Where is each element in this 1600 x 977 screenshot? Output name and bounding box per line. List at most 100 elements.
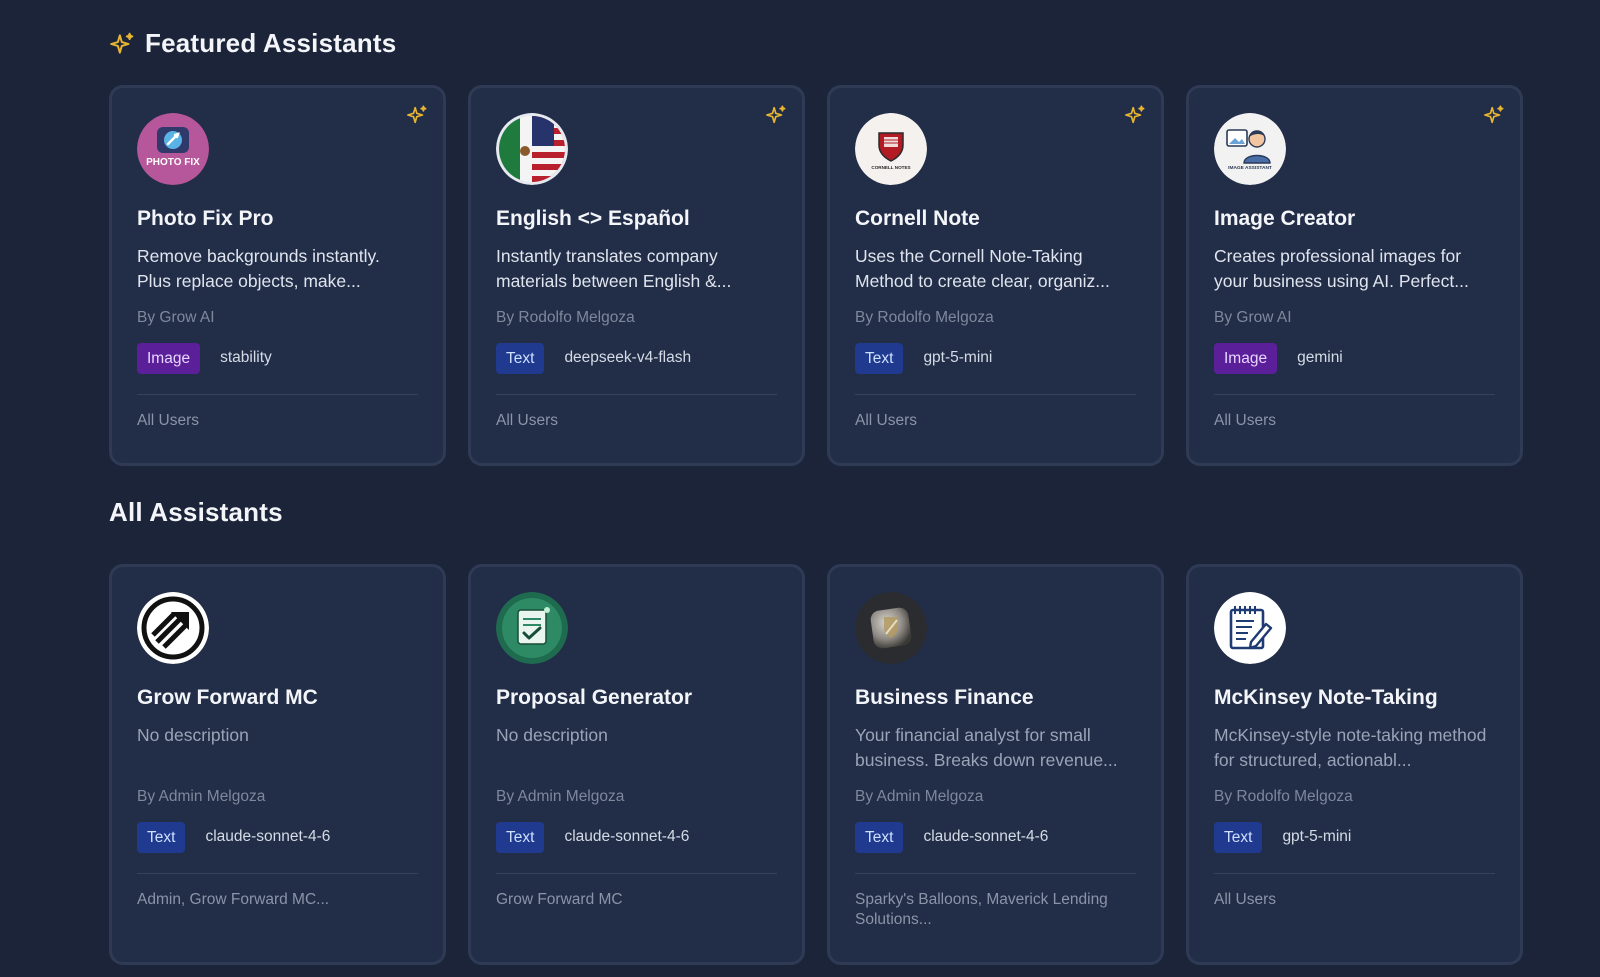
assistant-card-english-espanol[interactable]: English <> Español Instantly translates … [468, 85, 805, 466]
featured-section-title: Featured Assistants [109, 28, 396, 59]
assistant-name: Grow Forward MC [137, 686, 318, 709]
card-divider [855, 394, 1136, 395]
assistant-tags: Image gemini [1214, 342, 1495, 374]
assistant-name: English <> Español [496, 207, 690, 230]
assistant-description: Uses the Cornell Note-Taking Method to c… [855, 246, 1110, 291]
avatar-logo-text: CORNELL NOTES [871, 165, 910, 170]
person-with-picture-icon: IMAGE ASSISTANT [1214, 113, 1286, 185]
type-badge: Text [137, 821, 186, 853]
metal-shield-logo-icon [855, 592, 927, 664]
featured-sparkle-icon[interactable] [1124, 104, 1146, 126]
assistant-description: McKinsey-style note-taking method for st… [1214, 725, 1487, 770]
type-badge: Text [496, 821, 545, 853]
all-assistants-title-text: All Assistants [109, 497, 283, 527]
model-name: gpt-5-mini [923, 349, 993, 366]
model-name: gpt-5-mini [1282, 828, 1352, 845]
assistant-author: By Rodolfo Melgoza [496, 309, 635, 326]
model-name: claude-sonnet-4-6 [923, 828, 1049, 845]
assistant-audience: All Users [137, 412, 200, 429]
assistant-tags: Text deepseek-v4-flash [496, 342, 777, 374]
card-divider [1214, 394, 1495, 395]
assistant-author: By Grow AI [137, 309, 215, 326]
assistant-tags: Text claude-sonnet-4-6 [855, 821, 1136, 853]
assistant-avatar [855, 592, 927, 664]
assistant-author: By Admin Melgoza [855, 788, 984, 805]
notepad-pencil-icon [1214, 592, 1286, 664]
featured-sparkle-icon[interactable] [765, 104, 787, 126]
assistant-audience: All Users [1214, 412, 1277, 429]
all-assistants-section-title: All Assistants [109, 497, 283, 528]
assistant-card-cornell-note[interactable]: CORNELL NOTES Cornell Note Uses the Corn… [827, 85, 1164, 466]
model-name: claude-sonnet-4-6 [564, 828, 690, 845]
assistant-name: Proposal Generator [496, 686, 693, 709]
type-badge: Image [1214, 342, 1278, 374]
assistant-description: Your financial analyst for small busines… [855, 725, 1118, 770]
assistant-description: No description [137, 725, 249, 745]
featured-assistants-grid: PHOTO FIX Photo Fix Pro Remove backgroun… [109, 85, 1523, 466]
type-badge: Text [496, 342, 545, 374]
model-name: gemini [1297, 349, 1343, 366]
all-assistants-grid: Grow Forward MC No description By Admin … [109, 564, 1523, 965]
card-divider [137, 394, 418, 395]
assistant-audience: Admin, Grow Forward MC... [137, 891, 330, 908]
assistant-author: By Grow AI [1214, 309, 1292, 326]
grow-arrow-logo-icon [137, 592, 209, 664]
assistant-name: Photo Fix Pro [137, 207, 274, 230]
assistant-author: By Admin Melgoza [496, 788, 625, 805]
document-check-icon [496, 592, 568, 664]
assistant-tags: Text gpt-5-mini [855, 342, 1136, 374]
featured-sparkle-icon[interactable] [406, 104, 428, 126]
assistant-audience: All Users [855, 412, 918, 429]
assistant-card-proposal-generator[interactable]: Proposal Generator No description By Adm… [468, 564, 805, 965]
assistant-tags: Text claude-sonnet-4-6 [137, 821, 418, 853]
assistant-name: Cornell Note [855, 207, 980, 230]
photo-fix-logo-icon: PHOTO FIX [137, 113, 209, 185]
assistant-card-mckinsey-note-taking[interactable]: McKinsey Note-Taking McKinsey-style note… [1186, 564, 1523, 965]
card-divider [496, 394, 777, 395]
assistant-card-business-finance[interactable]: Business Finance Your financial analyst … [827, 564, 1164, 965]
assistant-card-grow-forward-mc[interactable]: Grow Forward MC No description By Admin … [109, 564, 446, 965]
assistant-tags: Text gpt-5-mini [1214, 821, 1495, 853]
assistant-author: By Admin Melgoza [137, 788, 266, 805]
assistant-avatar [496, 592, 568, 664]
assistant-description: No description [496, 725, 608, 745]
assistant-description: Creates professional images for your bus… [1214, 246, 1469, 291]
model-name: claude-sonnet-4-6 [205, 828, 331, 845]
assistant-tags: Image stability [137, 342, 418, 374]
featured-sparkle-icon[interactable] [1483, 104, 1505, 126]
type-badge: Text [855, 342, 904, 374]
assistant-name: Business Finance [855, 686, 1034, 709]
model-name: deepseek-v4-flash [564, 349, 692, 366]
assistant-name: Image Creator [1214, 207, 1356, 230]
assistant-avatar: IMAGE ASSISTANT [1214, 113, 1286, 185]
assistant-description: Remove backgrounds instantly. Plus repla… [137, 246, 380, 291]
avatar-logo-text: PHOTO FIX [146, 157, 200, 168]
assistant-author: By Rodolfo Melgoza [1214, 788, 1353, 805]
model-name: stability [220, 349, 272, 366]
assistant-description: Instantly translates company materials b… [496, 246, 732, 291]
mexico-usa-flag-icon [496, 113, 568, 185]
type-badge: Text [1214, 821, 1263, 853]
assistant-audience: Sparky's Balloons, Maverick Lending Solu… [855, 891, 1108, 928]
assistant-card-photo-fix-pro[interactable]: PHOTO FIX Photo Fix Pro Remove backgroun… [109, 85, 446, 466]
card-divider [1214, 873, 1495, 874]
assistant-avatar: CORNELL NOTES [855, 113, 927, 185]
assistant-audience: Grow Forward MC [496, 891, 623, 908]
avatar-logo-text: IMAGE ASSISTANT [1228, 165, 1272, 171]
type-badge: Image [137, 342, 201, 374]
sparkle-icon [110, 32, 134, 54]
card-divider [137, 873, 418, 874]
assistant-avatar [1214, 592, 1286, 664]
assistant-tags: Text claude-sonnet-4-6 [496, 821, 777, 853]
assistant-avatar [496, 113, 568, 185]
shield-logo-icon: CORNELL NOTES [855, 113, 927, 185]
card-divider [855, 873, 1136, 874]
assistant-name: McKinsey Note-Taking [1214, 686, 1438, 709]
featured-title-text: Featured Assistants [145, 28, 397, 58]
assistant-card-image-creator[interactable]: IMAGE ASSISTANT Image Creator Creates pr… [1186, 85, 1523, 466]
assistant-avatar: PHOTO FIX [137, 113, 209, 185]
assistant-author: By Rodolfo Melgoza [855, 309, 994, 326]
assistant-audience: All Users [496, 412, 559, 429]
assistant-avatar [137, 592, 209, 664]
type-badge: Text [855, 821, 904, 853]
